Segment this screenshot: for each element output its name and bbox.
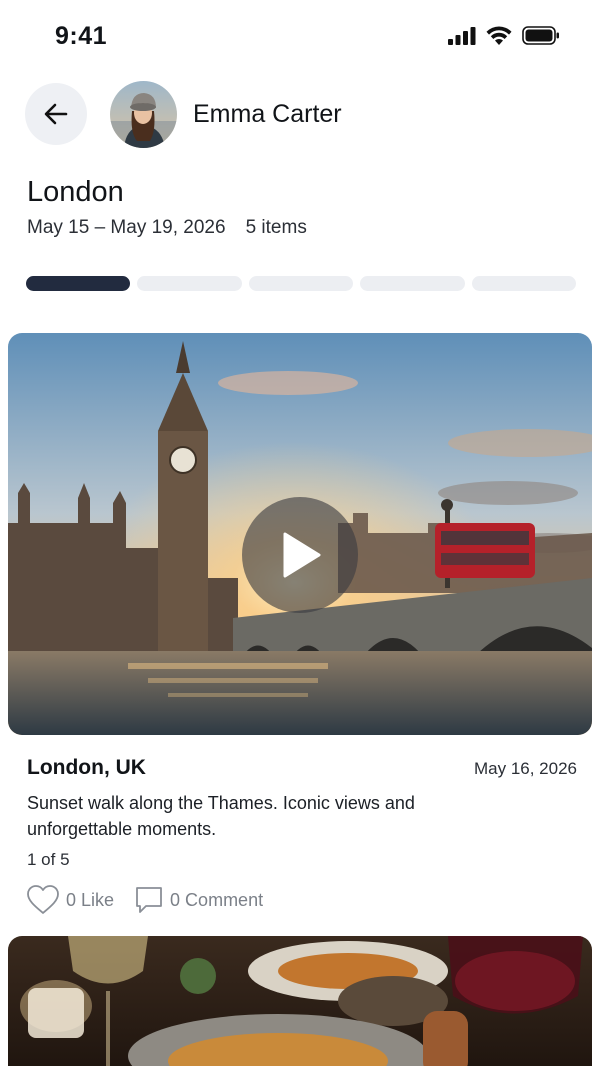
progress-segment[interactable] bbox=[26, 276, 131, 291]
post-date: May 16, 2026 bbox=[473, 759, 577, 778]
progress-segment[interactable] bbox=[248, 276, 354, 291]
progress-segment[interactable] bbox=[360, 276, 465, 291]
post-location: London, UK bbox=[27, 756, 146, 779]
progress-segment[interactable] bbox=[471, 276, 577, 291]
comment-button[interactable]: 0 Comment bbox=[134, 885, 263, 915]
heart-icon bbox=[27, 885, 59, 914]
status-icons bbox=[448, 26, 560, 45]
user-name[interactable]: Emma Carter bbox=[193, 100, 342, 129]
battery-icon bbox=[522, 26, 559, 45]
comment-label: 0 Comment bbox=[170, 889, 264, 910]
avatar[interactable] bbox=[110, 81, 177, 148]
signal-icon bbox=[448, 26, 476, 45]
back-button[interactable] bbox=[25, 83, 87, 145]
wifi-icon bbox=[486, 26, 512, 45]
post-actions: 0 Like 0 Comment bbox=[26, 882, 263, 918]
post-counter: 1 of 5 bbox=[27, 850, 70, 869]
next-post-media[interactable] bbox=[8, 936, 592, 1066]
play-button[interactable] bbox=[242, 497, 358, 613]
play-icon bbox=[283, 532, 321, 578]
trip-meta: May 15 – May 19, 2026 5 items bbox=[27, 217, 307, 239]
dinner-photo bbox=[8, 936, 592, 1066]
profile-header: Emma Carter bbox=[0, 80, 600, 150]
avatar-image bbox=[110, 81, 177, 148]
trip-dates: May 15 – May 19, 2026 bbox=[27, 217, 226, 238]
progress-segment[interactable] bbox=[137, 276, 242, 291]
like-label: 0 Like bbox=[66, 889, 115, 910]
trip-title: London bbox=[27, 176, 124, 208]
back-arrow-icon bbox=[44, 103, 68, 125]
status-bar: 9:41 bbox=[0, 0, 600, 76]
story-progress bbox=[26, 276, 577, 292]
comment-icon bbox=[136, 887, 162, 913]
post-caption: Sunset walk along the Thames. Iconic vie… bbox=[27, 793, 415, 839]
like-button[interactable]: 0 Like bbox=[26, 884, 114, 916]
status-time: 9:41 bbox=[55, 22, 108, 50]
trip-items-count: 5 items bbox=[245, 217, 307, 238]
